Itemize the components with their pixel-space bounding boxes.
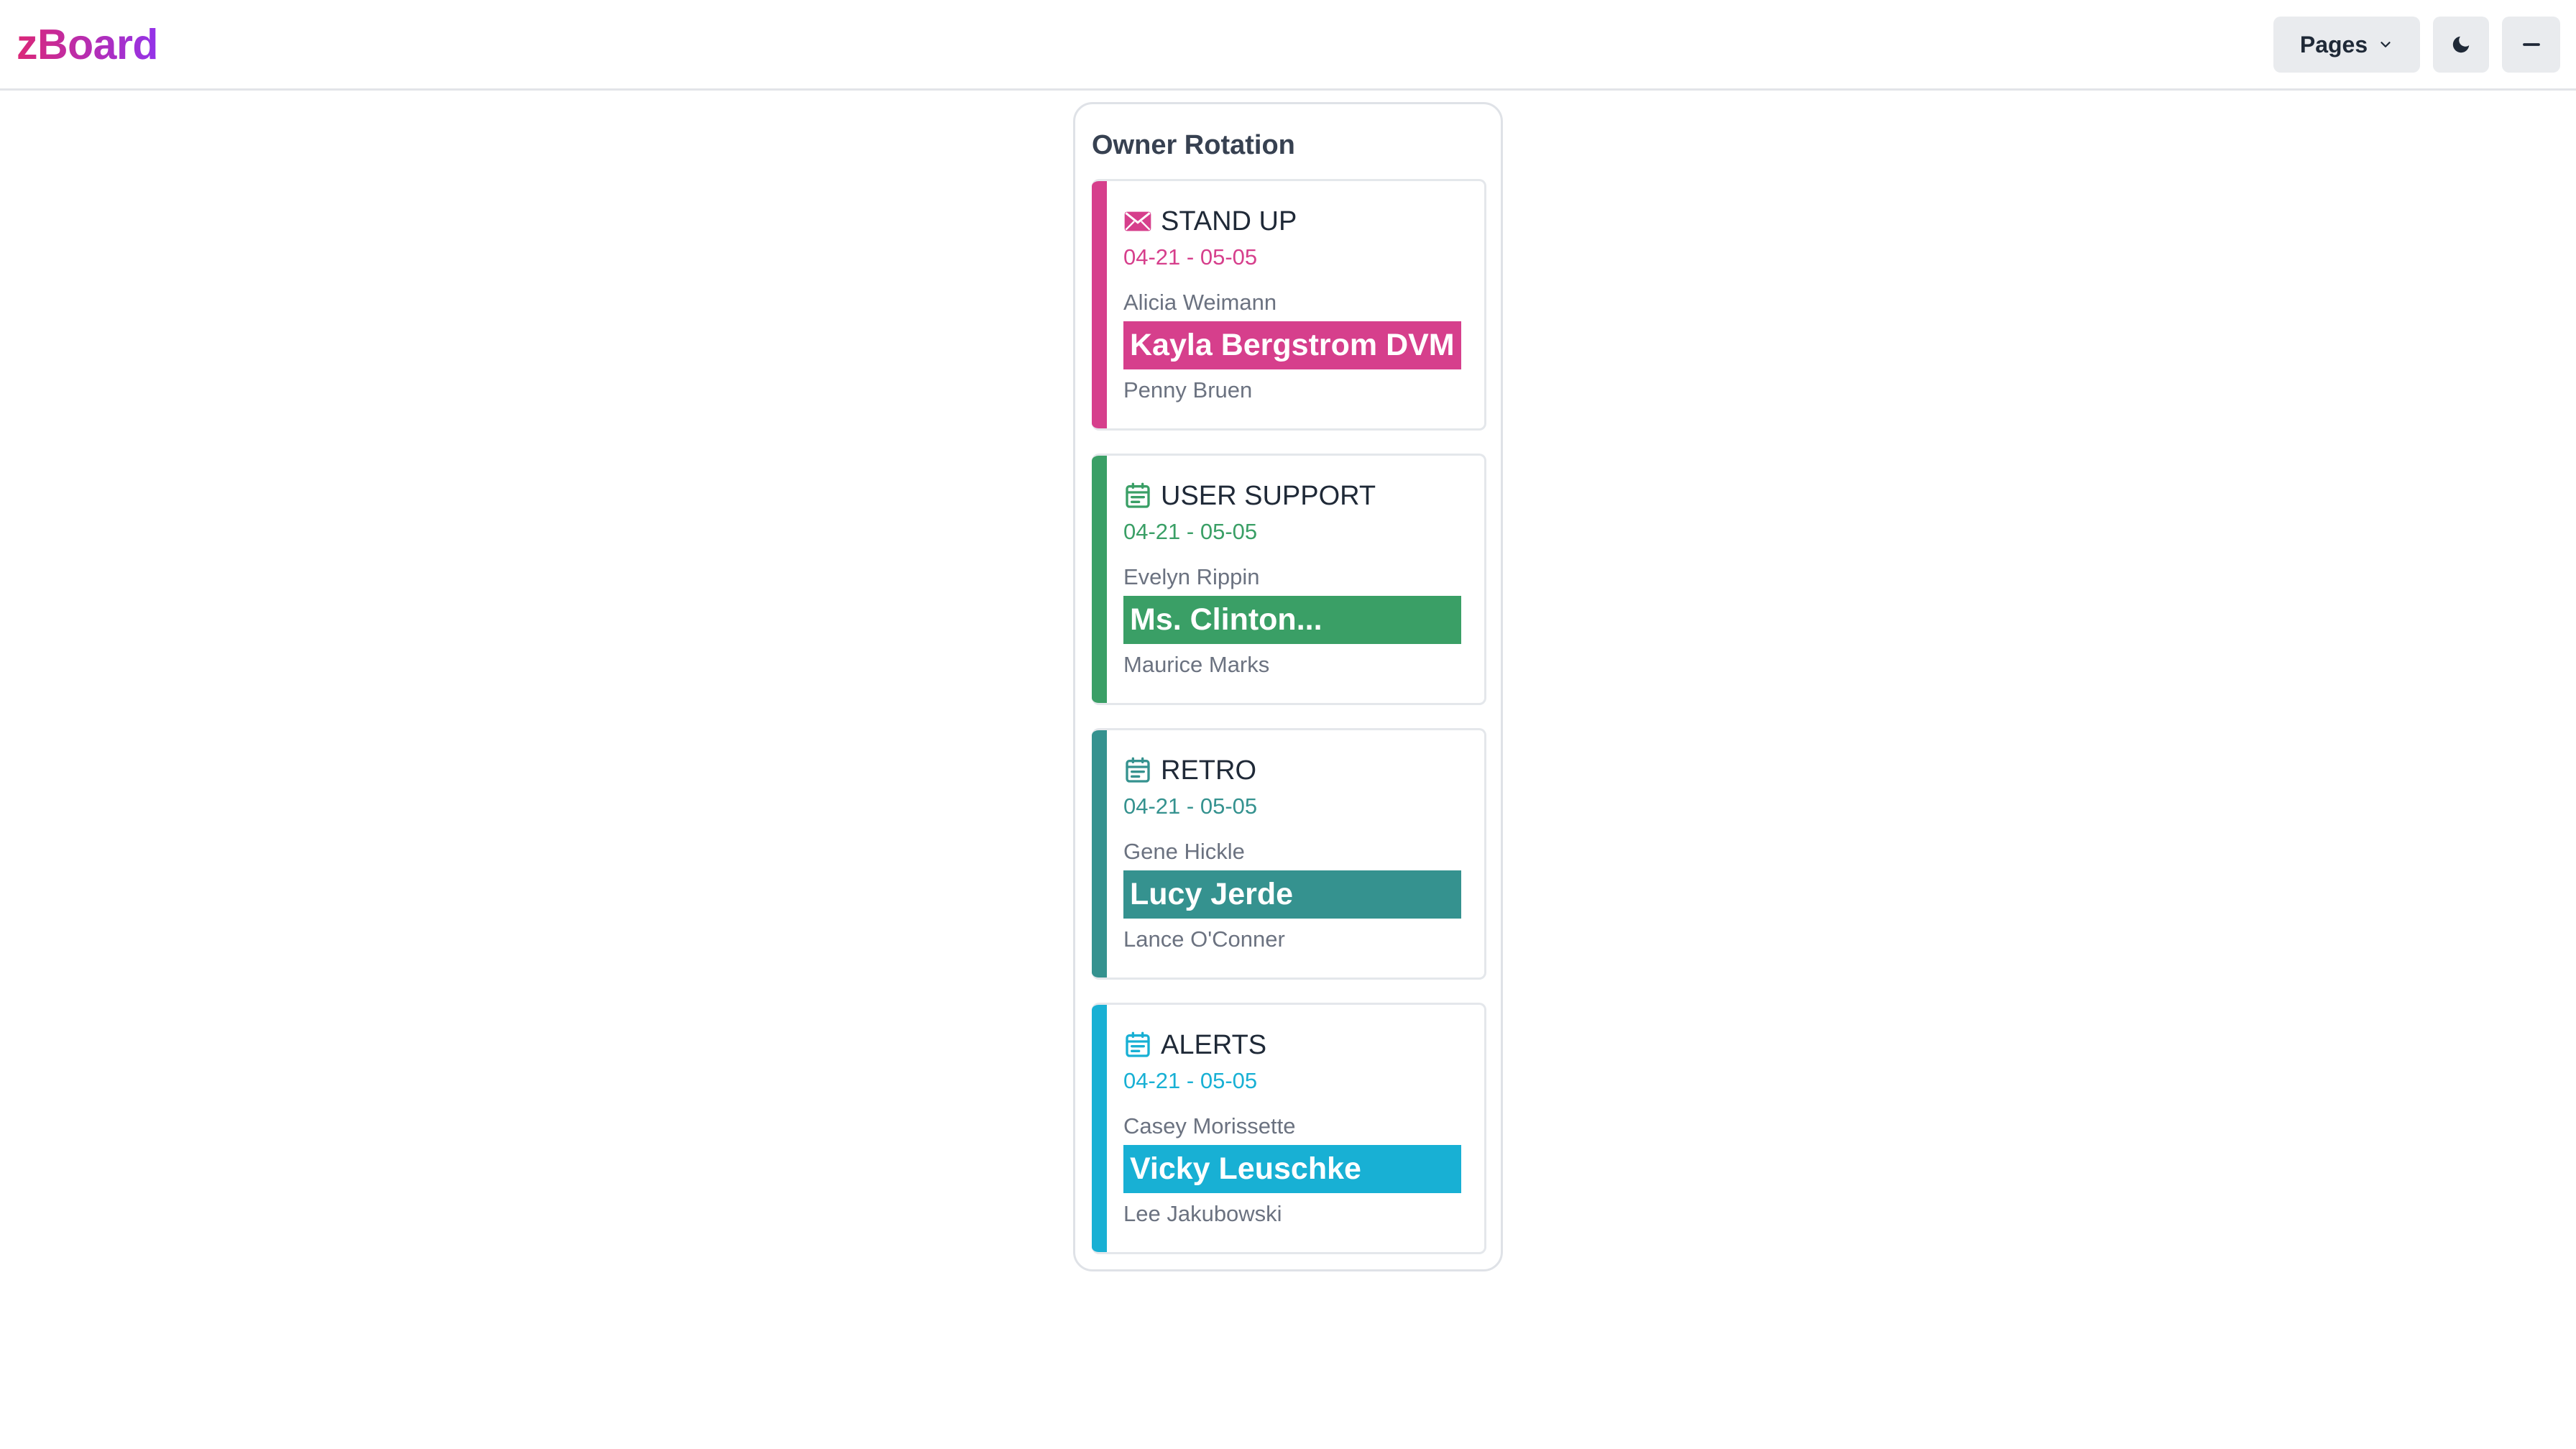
- current-owner: Ms. Clinton...: [1123, 596, 1461, 644]
- moon-icon: [2450, 34, 2472, 55]
- current-owner: Lucy Jerde: [1123, 870, 1461, 919]
- date-range: 04-21 - 05-05: [1123, 244, 1258, 270]
- calendar-icon: [1123, 756, 1152, 785]
- previous-owner: Evelyn Rippin: [1123, 564, 1260, 589]
- card-title: USER SUPPORT: [1161, 481, 1376, 511]
- rotation-card-stand-up: STAND UP 04-21 - 05-05 Alicia Weimann Ka…: [1092, 179, 1486, 431]
- next-owner: Lance O'Conner: [1123, 926, 1285, 952]
- card-title: STAND UP: [1161, 206, 1297, 236]
- rotation-card-retro: RETRO 04-21 - 05-05 Gene Hickle Lucy Jer…: [1092, 728, 1486, 980]
- mail-icon: [1123, 207, 1152, 236]
- card-accent-bar: [1092, 1005, 1107, 1252]
- card-title: RETRO: [1161, 755, 1256, 786]
- top-bar: zBoard Pages: [0, 0, 2576, 91]
- previous-owner: Alicia Weimann: [1123, 290, 1277, 315]
- rotation-card-user-support: USER SUPPORT 04-21 - 05-05 Evelyn Rippin…: [1092, 454, 1486, 705]
- card-accent-bar: [1092, 181, 1107, 428]
- next-owner: Lee Jakubowski: [1123, 1201, 1282, 1226]
- current-owner: Kayla Bergstrom DVM: [1123, 321, 1461, 369]
- app-logo[interactable]: zBoard: [17, 17, 158, 72]
- card-accent-bar: [1092, 456, 1107, 703]
- card-title-row: RETRO: [1123, 752, 1256, 789]
- next-owner: Maurice Marks: [1123, 652, 1270, 677]
- date-range: 04-21 - 05-05: [1123, 1068, 1258, 1093]
- card-title-row: ALERTS: [1123, 1026, 1266, 1064]
- chevron-down-icon: [2378, 37, 2393, 52]
- pages-dropdown-button[interactable]: Pages: [2273, 17, 2420, 73]
- calendar-icon: [1123, 1031, 1152, 1059]
- previous-owner: Casey Morissette: [1123, 1113, 1296, 1138]
- date-range: 04-21 - 05-05: [1123, 794, 1258, 819]
- card-title-row: STAND UP: [1123, 203, 1297, 240]
- minimize-button[interactable]: [2502, 17, 2560, 73]
- card-accent-bar: [1092, 730, 1107, 978]
- current-owner: Vicky Leuschke: [1123, 1145, 1461, 1193]
- card-title-row: USER SUPPORT: [1123, 477, 1376, 515]
- next-owner: Penny Bruen: [1123, 377, 1253, 402]
- minus-icon: [2521, 34, 2542, 55]
- panel-title: Owner Rotation: [1092, 130, 1295, 160]
- pages-button-label: Pages: [2299, 31, 2368, 58]
- owner-rotation-panel: Owner Rotation STAND UP 04-21 - 05-05 Al…: [1073, 102, 1503, 1271]
- rotation-card-alerts: ALERTS 04-21 - 05-05 Casey Morissette Vi…: [1092, 1003, 1486, 1254]
- calendar-icon: [1123, 482, 1152, 510]
- date-range: 04-21 - 05-05: [1123, 519, 1258, 544]
- card-title: ALERTS: [1161, 1030, 1267, 1060]
- theme-toggle-button[interactable]: [2433, 17, 2489, 73]
- previous-owner: Gene Hickle: [1123, 839, 1245, 864]
